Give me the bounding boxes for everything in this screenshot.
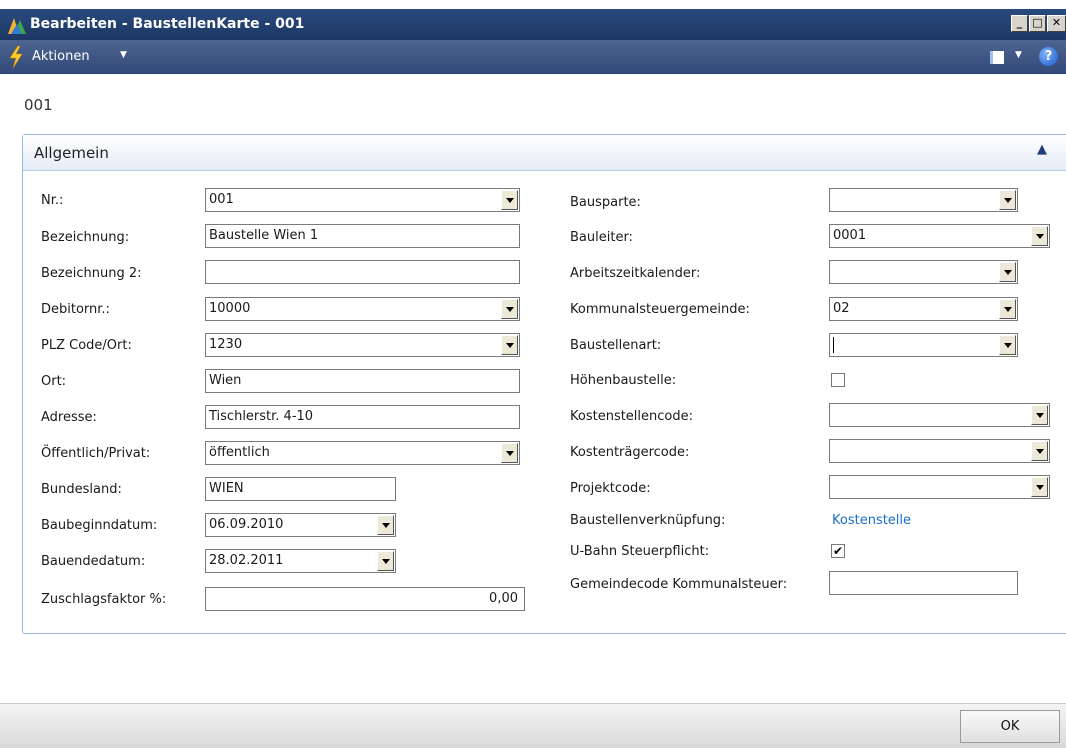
- label-baubeginn: Baubeginndatum:: [41, 518, 158, 533]
- oeffentlich-dropdown-icon[interactable]: [501, 443, 518, 463]
- label-bezeichnung2: Bezeichnung 2:: [41, 266, 142, 281]
- bauleiter-dropdown-icon[interactable]: [1031, 226, 1048, 246]
- bausparte-field[interactable]: [829, 188, 1018, 212]
- label-debitornr: Debitornr.:: [41, 302, 110, 317]
- plz-field[interactable]: 1230: [205, 333, 520, 357]
- debitornr-dropdown-icon[interactable]: [501, 299, 518, 319]
- projekt-dropdown-icon[interactable]: [1031, 477, 1048, 497]
- nr-field[interactable]: 001: [205, 188, 520, 212]
- ubahn-checkbox[interactable]: ✔: [831, 544, 845, 558]
- action-bar: Aktionen ▼ ▼ ?: [0, 40, 1066, 74]
- label-bauleiter: Bauleiter:: [570, 230, 633, 245]
- bausparte-dropdown-icon[interactable]: [999, 190, 1016, 210]
- baustellenart-dropdown-icon[interactable]: [999, 335, 1016, 355]
- label-arbeitszeit: Arbeitszeitkalender:: [570, 266, 701, 281]
- kommunal-dropdown-icon[interactable]: [999, 299, 1016, 319]
- collapse-chevron-up-icon[interactable]: ▲: [1034, 142, 1050, 158]
- label-nr: Nr.:: [41, 193, 64, 208]
- bezeichnung-field[interactable]: Baustelle Wien 1: [205, 224, 520, 248]
- label-verknuepfung: Baustellenverknüpfung:: [570, 513, 726, 528]
- kostentraeger-dropdown-icon[interactable]: [1031, 441, 1048, 461]
- help-icon[interactable]: ?: [1039, 47, 1058, 66]
- ort-field[interactable]: Wien: [205, 369, 520, 393]
- label-plz: PLZ Code/Ort:: [41, 338, 132, 353]
- zuschlag-field[interactable]: 0,00: [205, 587, 525, 611]
- window-titlebar: Bearbeiten - BaustellenKarte - 001 _ □ ✕: [0, 9, 1066, 40]
- kommunal-value: 02: [833, 301, 850, 316]
- label-kostenstelle: Kostenstellencode:: [570, 409, 693, 424]
- label-kommunal: Kommunalsteuergemeinde:: [570, 302, 750, 317]
- actions-menu[interactable]: Aktionen: [32, 49, 90, 64]
- minimize-button[interactable]: _: [1011, 15, 1028, 32]
- text-cursor: [833, 337, 834, 353]
- kostentraeger-field[interactable]: [829, 439, 1050, 463]
- window-title: Bearbeiten - BaustellenKarte - 001: [30, 16, 305, 32]
- label-zuschlag: Zuschlagsfaktor %:: [41, 592, 167, 607]
- label-kostentraeger: Kostenträgercode:: [570, 445, 690, 460]
- app-logo-icon: [8, 18, 26, 34]
- baubeginn-value: 06.09.2010: [209, 517, 284, 532]
- baubeginn-dropdown-icon[interactable]: [377, 515, 394, 535]
- close-button[interactable]: ✕: [1047, 15, 1066, 32]
- adresse-field[interactable]: Tischlerstr. 4-10: [205, 405, 520, 429]
- oeffentlich-field[interactable]: öffentlich: [205, 441, 520, 465]
- label-bausparte: Bausparte:: [570, 195, 641, 210]
- kostenstelle-field[interactable]: [829, 403, 1050, 427]
- bauleiter-field[interactable]: 0001: [829, 224, 1050, 248]
- bauende-dropdown-icon[interactable]: [377, 551, 394, 571]
- label-projekt: Projektcode:: [570, 481, 651, 496]
- arbeitszeit-dropdown-icon[interactable]: [999, 262, 1016, 282]
- footer-bar: [0, 703, 1066, 748]
- fasttab-title: Allgemein: [34, 144, 109, 162]
- layout-icon[interactable]: [990, 51, 1004, 64]
- record-number: 001: [24, 96, 53, 114]
- nr-value: 001: [209, 192, 234, 207]
- label-bezeichnung: Bezeichnung:: [41, 230, 130, 245]
- kommunal-field[interactable]: 02: [829, 297, 1018, 321]
- label-oeffentlich: Öffentlich/Privat:: [41, 446, 151, 461]
- oeffentlich-value: öffentlich: [209, 445, 270, 460]
- kostenstelle-dropdown-icon[interactable]: [1031, 405, 1048, 425]
- gemeindecode-field[interactable]: [829, 571, 1018, 595]
- plz-dropdown-icon[interactable]: [501, 335, 518, 355]
- layout-chevron-down-icon[interactable]: ▼: [1015, 50, 1022, 60]
- plz-value: 1230: [209, 337, 243, 352]
- bezeichnung2-field[interactable]: [205, 260, 520, 284]
- fasttab-header[interactable]: [23, 135, 1066, 171]
- hoehen-checkbox[interactable]: [831, 373, 845, 387]
- label-baustellenart: Baustellenart:: [570, 338, 662, 353]
- debitornr-value: 10000: [209, 301, 251, 316]
- projekt-field[interactable]: [829, 475, 1050, 499]
- bauleiter-value: 0001: [833, 228, 867, 243]
- label-gemeindecode: Gemeindecode Kommunalsteuer:: [570, 577, 788, 592]
- label-ubahn: U-Bahn Steuerpflicht:: [570, 544, 710, 559]
- label-bundesland: Bundesland:: [41, 482, 122, 497]
- verknuepfung-link[interactable]: Kostenstelle: [832, 513, 911, 528]
- actions-chevron-down-icon[interactable]: ▼: [120, 50, 127, 60]
- label-hoehen: Höhenbaustelle:: [570, 373, 677, 388]
- debitornr-field[interactable]: 10000: [205, 297, 520, 321]
- baubeginn-field[interactable]: 06.09.2010: [205, 513, 396, 537]
- maximize-button[interactable]: □: [1029, 15, 1046, 32]
- bundesland-field[interactable]: WIEN: [205, 477, 396, 501]
- baustellenart-field[interactable]: [829, 333, 1018, 357]
- arbeitszeit-field[interactable]: [829, 260, 1018, 284]
- bauende-value: 28.02.2011: [209, 553, 284, 568]
- lightning-icon: [9, 46, 23, 68]
- bauende-field[interactable]: 28.02.2011: [205, 549, 396, 573]
- ok-button[interactable]: OK: [960, 710, 1060, 743]
- label-bauende: Bauendedatum:: [41, 554, 146, 569]
- nr-dropdown-icon[interactable]: [501, 190, 518, 210]
- label-ort: Ort:: [41, 374, 67, 389]
- label-adresse: Adresse:: [41, 410, 97, 425]
